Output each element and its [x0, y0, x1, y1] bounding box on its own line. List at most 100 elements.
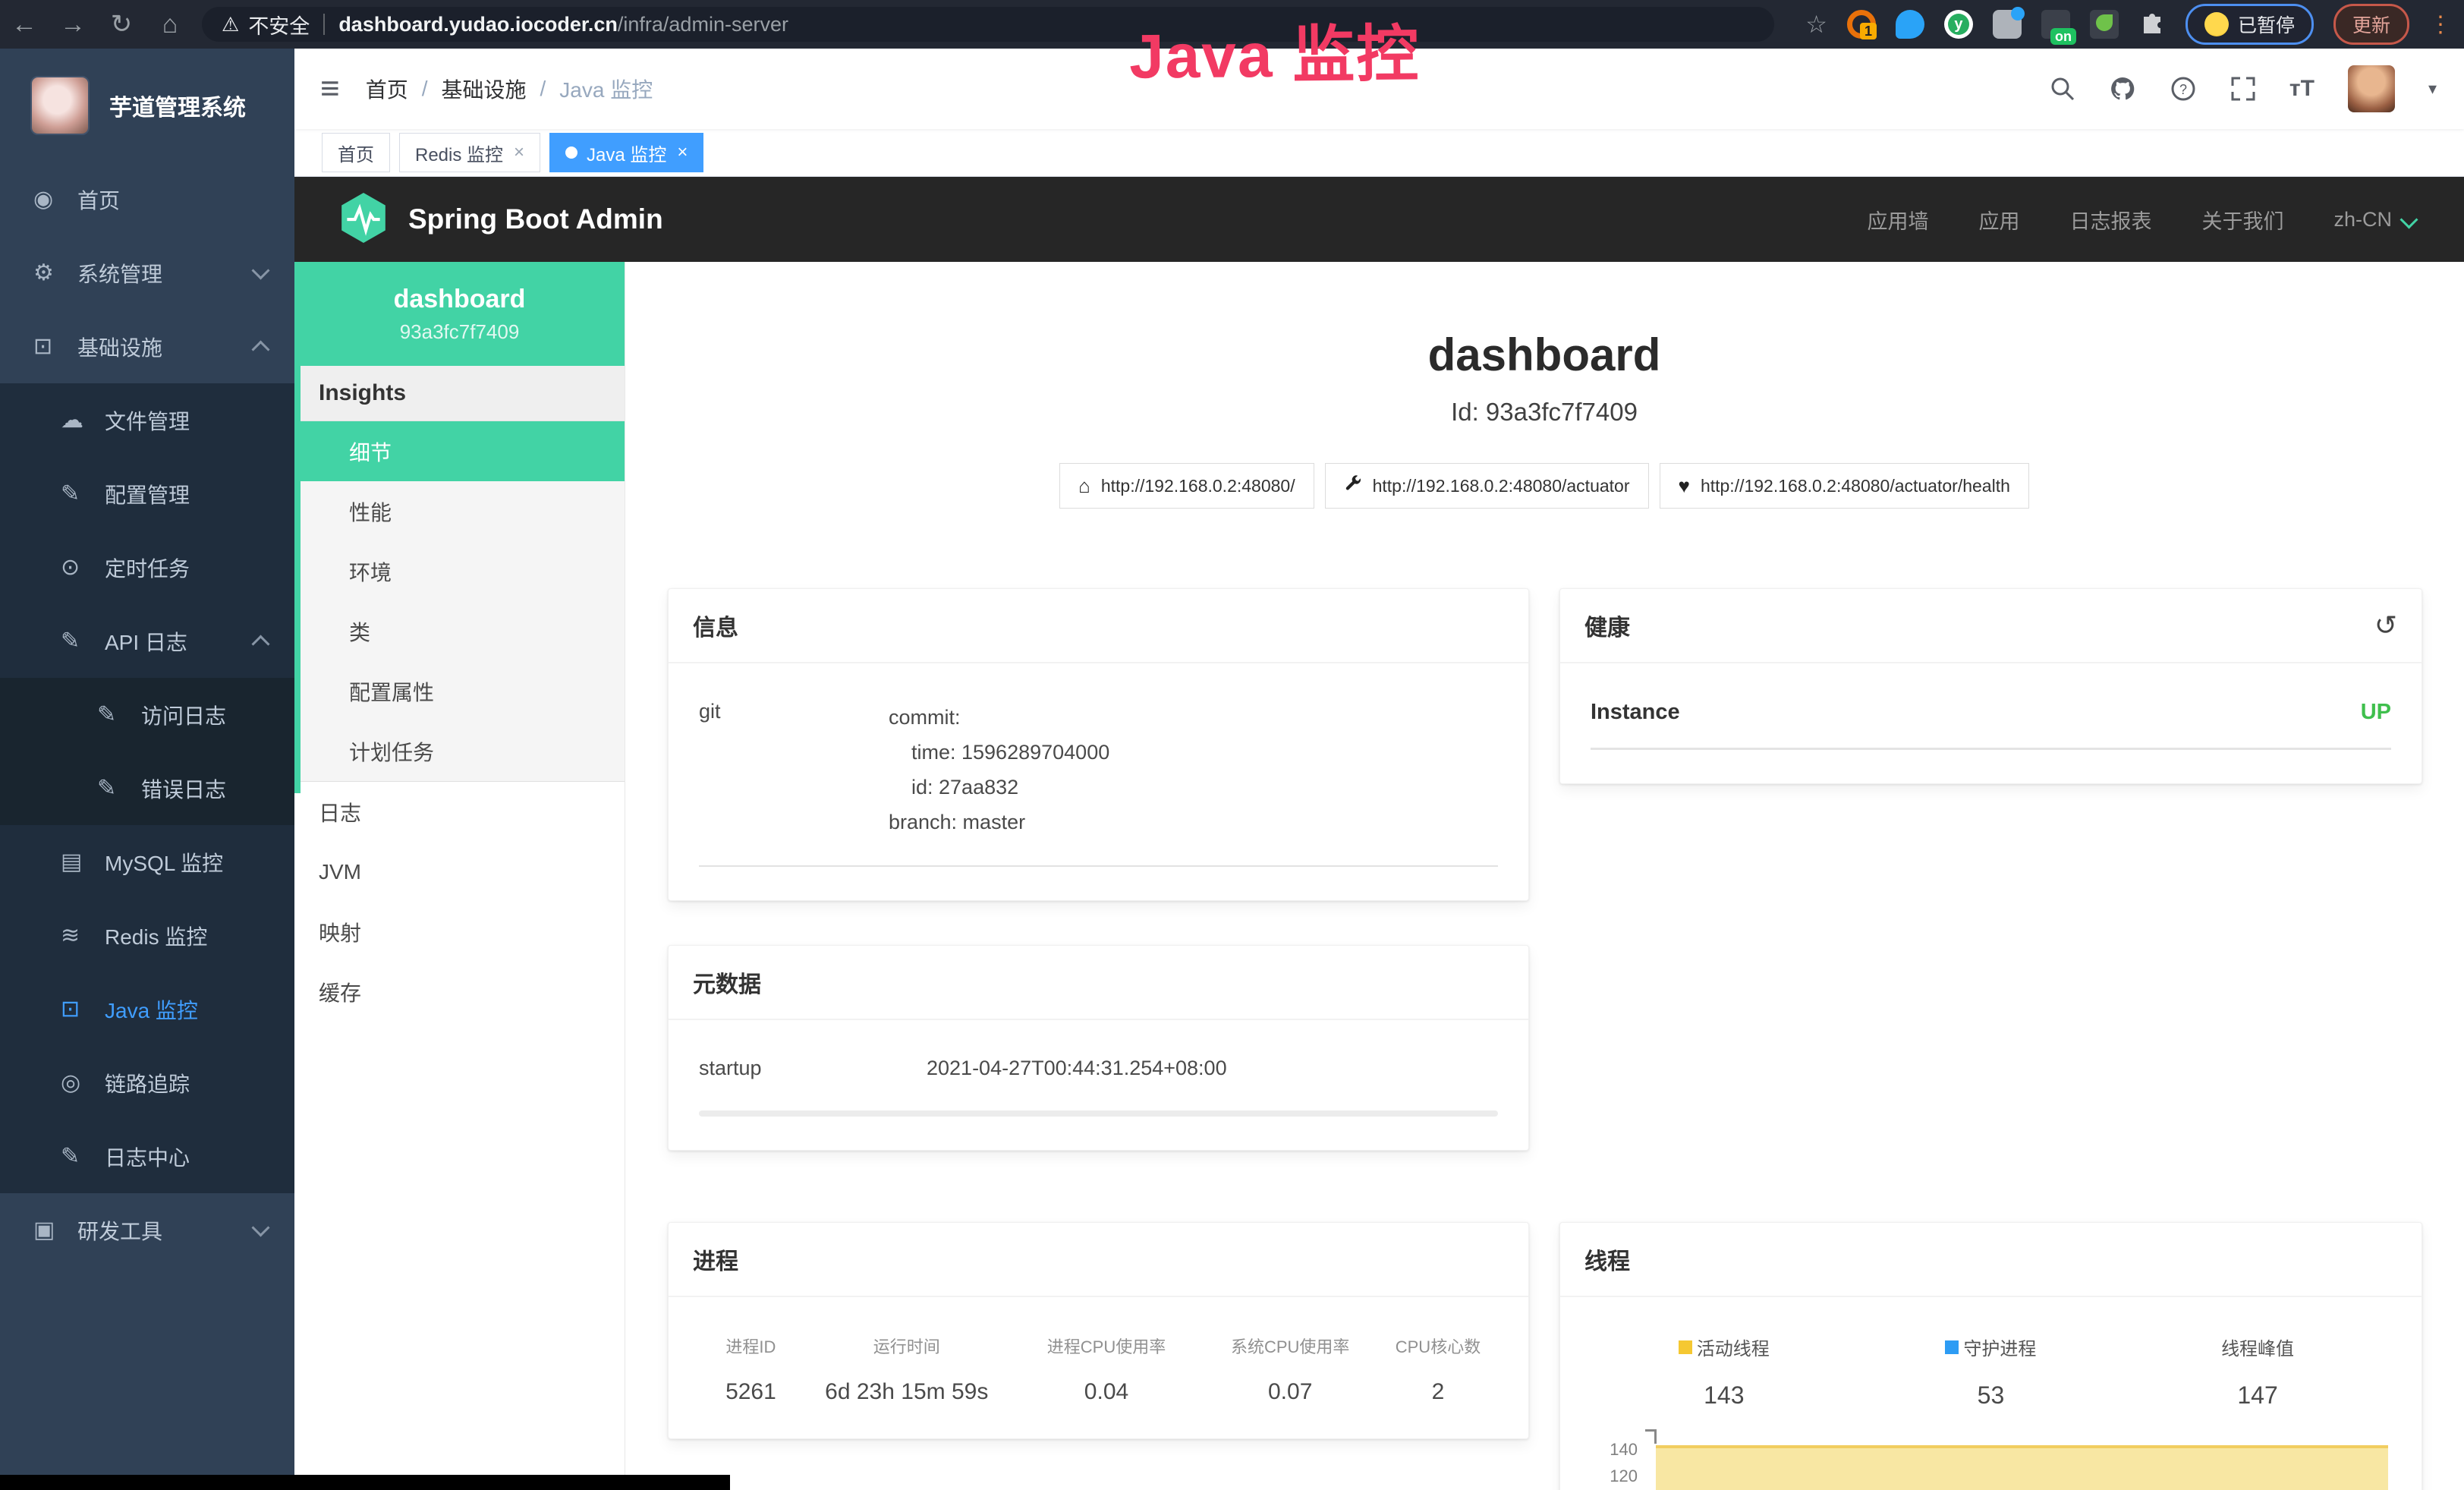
card-title-text: 线程	[1584, 1243, 1630, 1276]
extension-y-icon[interactable]: y	[1944, 10, 1973, 39]
eye-icon: ◎	[61, 1069, 105, 1096]
sidebar-item-java-monitor[interactable]: ⊡ Java 监控	[0, 972, 294, 1046]
metric-value: 2	[1378, 1379, 1498, 1405]
sidebar-item-redis[interactable]: ≋ Redis 监控	[0, 899, 294, 972]
font-size-icon[interactable]: тT	[2289, 76, 2315, 102]
extension-grid-icon[interactable]	[1993, 10, 2022, 39]
menu-caches[interactable]: 缓存	[294, 962, 625, 1022]
browser-forward-icon[interactable]: →	[49, 10, 97, 39]
app-sidebar: 芋道管理系统 ◉ 首页 ⚙ 系统管理 ⊡ 基础设施 ☁ 文件管理 ✎ 配置管理 …	[0, 49, 294, 1490]
service-url-link[interactable]: ⌂ http://192.168.0.2:48080/	[1059, 463, 1314, 509]
extension-switch-icon[interactable]: on	[2041, 10, 2070, 39]
sidebar-item-access-log[interactable]: ✎ 访问日志	[0, 678, 294, 751]
breadcrumb-infra[interactable]: 基础设施	[441, 74, 526, 104]
process-metrics: 进程ID 5261 运行时间 6d 23h 15m 59s 进程CPU使用率 0…	[699, 1334, 1498, 1405]
sidebar-item-dev-tools[interactable]: ▣ 研发工具	[0, 1193, 294, 1267]
brand[interactable]: 芋道管理系统	[0, 49, 294, 162]
extensions-puzzle-icon[interactable]	[2138, 11, 2166, 38]
sba-brand-title[interactable]: Spring Boot Admin	[408, 203, 663, 235]
metadata-card-body: startup 2021-04-27T00:44:31.254+08:00	[669, 1020, 1528, 1150]
emoji-face-icon	[2204, 12, 2229, 36]
annotation-java-monitor: Java 监控	[1128, 3, 1420, 96]
sba-navbar: Spring Boot Admin 应用墙 应用 日志报表 关于我们 zh-CN	[294, 177, 2464, 262]
browser-home-icon[interactable]: ⌂	[146, 10, 194, 39]
metric-label: 系统CPU使用率	[1202, 1334, 1378, 1358]
browser-back-icon[interactable]: ←	[0, 10, 49, 39]
menu-classes[interactable]: 类	[294, 601, 625, 661]
tab-home[interactable]: 首页	[322, 133, 390, 172]
github-icon[interactable]	[2109, 75, 2136, 102]
menu-mappings[interactable]: 映射	[294, 902, 625, 962]
sidebar-item-label: Redis 监控	[105, 921, 207, 951]
help-icon[interactable]: ?	[2170, 75, 2197, 102]
wrench-icon	[1344, 474, 1362, 498]
sba-nav-about[interactable]: 关于我们	[2201, 205, 2283, 235]
user-avatar[interactable]	[2348, 65, 2395, 112]
menu-metrics[interactable]: 性能	[294, 481, 625, 541]
process-card-body: 进程ID 5261 运行时间 6d 23h 15m 59s 进程CPU使用率 0…	[669, 1297, 1528, 1438]
search-icon[interactable]	[2050, 76, 2075, 102]
monitor-icon: ⊡	[33, 333, 77, 360]
tab-redis-monitor[interactable]: Redis 监控 ×	[399, 133, 540, 172]
instance-header[interactable]: dashboard 93a3fc7f7409	[294, 262, 625, 366]
legend-peak-threads: 线程峰值 147	[2124, 1334, 2391, 1410]
actuator-url-link[interactable]: http://192.168.0.2:48080/actuator	[1325, 463, 1649, 509]
extension-leaf-icon[interactable]	[2090, 10, 2119, 39]
sidebar-item-error-log[interactable]: ✎ 错误日志	[0, 751, 294, 825]
history-icon[interactable]: ↺	[2374, 610, 2397, 641]
paused-extension-pill[interactable]: 已暂停	[2186, 4, 2314, 45]
menu-insights[interactable]: Insights	[294, 366, 625, 421]
tab-java-monitor[interactable]: Java 监控 ×	[549, 133, 703, 172]
sba-nav-wall[interactable]: 应用墙	[1867, 205, 1928, 235]
sba-nav-links: 应用墙 应用 日志报表 关于我们 zh-CN	[1867, 205, 2415, 235]
sidebar-item-tracing[interactable]: ◎ 链路追踪	[0, 1046, 294, 1120]
menu-scheduled-tasks[interactable]: 计划任务	[294, 721, 625, 781]
legend-daemon-threads: 守护进程 53	[1858, 1334, 2125, 1410]
address-bar[interactable]: ⚠ 不安全 dashboard.yudao.iocoder.cn/infra/a…	[202, 7, 1774, 42]
update-button[interactable]: 更新	[2333, 4, 2409, 45]
extension-orange-icon[interactable]: 1	[1847, 10, 1876, 39]
breadcrumb-home[interactable]: 首页	[366, 74, 408, 104]
extension-badge: 1	[1860, 23, 1877, 39]
brand-title: 芋道管理系统	[109, 89, 246, 122]
tab-label: Java 监控	[587, 140, 666, 166]
tab-label: Redis 监控	[415, 140, 503, 166]
collapse-sidebar-icon[interactable]: ≡	[320, 70, 340, 108]
avatar-caret-icon[interactable]: ▾	[2428, 79, 2437, 99]
sidebar-item-infra[interactable]: ⊡ 基础设施	[0, 310, 294, 383]
sidebar-item-file[interactable]: ☁ 文件管理	[0, 383, 294, 457]
sidebar-item-api-log[interactable]: ✎ API 日志	[0, 604, 294, 678]
info-card-body: git commit: time: 1596289704000 id: 27aa…	[669, 663, 1528, 900]
svg-text:?: ?	[2179, 82, 2187, 97]
live-threads-area	[1656, 1445, 2388, 1490]
sidebar-item-mysql[interactable]: ▤ MySQL 监控	[0, 825, 294, 899]
sba-locale-select[interactable]: zh-CN	[2333, 208, 2415, 232]
chevron-down-icon	[251, 261, 269, 279]
sba-nav-applications[interactable]: 应用	[1978, 205, 2019, 235]
tab-label: 首页	[338, 140, 374, 166]
extension-pin-icon[interactable]	[1896, 10, 1924, 39]
sidebar-item-home[interactable]: ◉ 首页	[0, 162, 294, 236]
legend-live-threads: 活动线程 143	[1591, 1334, 1858, 1410]
table-row[interactable]: Instance UP	[1591, 700, 2391, 750]
card-title-text: 健康	[1584, 609, 1630, 642]
sidebar-item-job[interactable]: ⊙ 定时任务	[0, 531, 294, 604]
browser-menu-icon[interactable]: ⋮	[2429, 11, 2452, 38]
health-url-link[interactable]: ♥ http://192.168.0.2:48080/actuator/heal…	[1660, 463, 2029, 509]
menu-jvm[interactable]: JVM	[294, 842, 625, 902]
menu-logs[interactable]: 日志	[294, 782, 625, 842]
sidebar-item-log-center[interactable]: ✎ 日志中心	[0, 1120, 294, 1193]
sidebar-item-config[interactable]: ✎ 配置管理	[0, 457, 294, 531]
close-icon[interactable]: ×	[677, 142, 688, 163]
menu-configprops[interactable]: 配置属性	[294, 661, 625, 721]
sidebar-item-label: 基础设施	[77, 332, 162, 362]
legend-yellow-swatch	[1679, 1340, 1692, 1354]
close-icon[interactable]: ×	[514, 142, 524, 163]
sba-nav-journal[interactable]: 日志报表	[2069, 205, 2151, 235]
sidebar-item-system[interactable]: ⚙ 系统管理	[0, 236, 294, 310]
menu-details[interactable]: 细节	[294, 421, 625, 481]
bookmark-star-icon[interactable]: ☆	[1805, 10, 1827, 39]
browser-reload-icon[interactable]: ↻	[97, 9, 146, 39]
menu-env[interactable]: 环境	[294, 541, 625, 601]
fullscreen-icon[interactable]	[2230, 76, 2256, 102]
